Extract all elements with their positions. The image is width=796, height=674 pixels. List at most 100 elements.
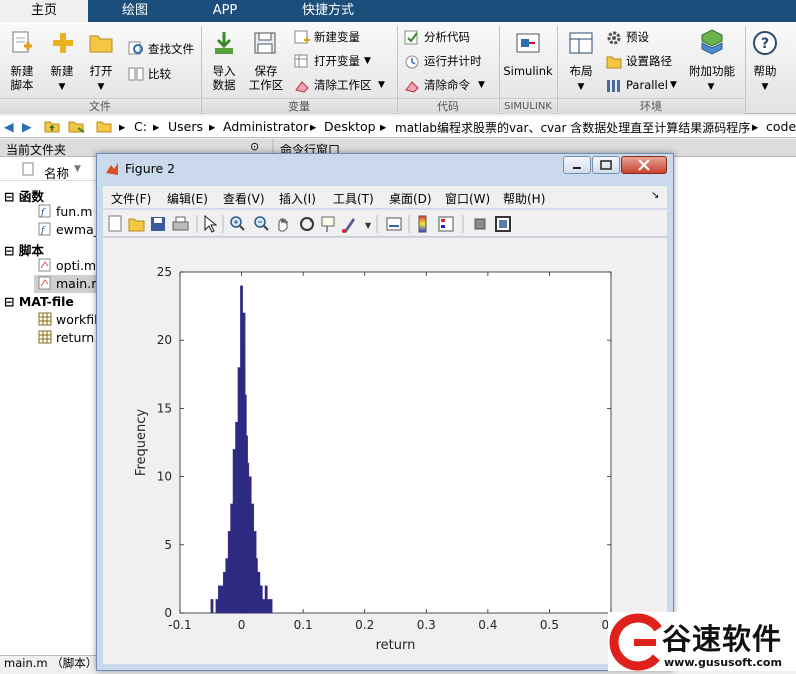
open-variable-button[interactable]: 打开变量 (314, 54, 360, 68)
breadcrumb-item[interactable]: Desktop (324, 119, 376, 134)
layout-chevron-icon[interactable]: ▼ (573, 80, 589, 94)
breadcrumb-item[interactable]: Users (168, 119, 203, 134)
open-dropdown-chevron-icon[interactable]: ▼ (93, 80, 109, 94)
menu-window[interactable]: 窗口(W) (445, 190, 490, 207)
data-cursor-icon[interactable] (321, 216, 335, 232)
tree-group-scripts[interactable]: ⊟ 脚本 (4, 240, 44, 259)
link-plot-icon[interactable] (386, 217, 402, 231)
histogram-bar (267, 599, 271, 614)
list-item[interactable]: return (38, 330, 94, 345)
list-item[interactable]: f fun.m (38, 204, 92, 219)
address-bar: ◀ ▶ ▸ C: ▸ Users ▸ Administrator ▸ Deskt… (0, 116, 796, 138)
layout-button[interactable]: 布局 (564, 64, 598, 78)
back-arrow-icon[interactable]: ◀ (4, 119, 14, 134)
toolstrip-tabbar: 主页 绘图 APP 快捷方式 (0, 0, 796, 22)
new-figure-icon[interactable] (108, 215, 122, 232)
open-variable-icon (294, 54, 310, 73)
matlab-logo-icon (105, 162, 119, 179)
new-dropdown-chevron-icon[interactable]: ▼ (54, 80, 70, 94)
run-and-time-button[interactable]: 运行并计时 (424, 54, 482, 68)
import-data-button[interactable]: 导入 数据 (206, 64, 242, 92)
clear-workspace-chevron-icon[interactable]: ▼ (378, 78, 385, 92)
show-plot-tools-icon[interactable] (495, 216, 511, 232)
menu-desktop[interactable]: 桌面(D) (389, 190, 432, 207)
new-button[interactable]: 新建 (46, 64, 78, 78)
hide-plot-tools-icon[interactable] (474, 218, 486, 230)
add-ons-icon (698, 28, 726, 59)
folder-icon (96, 118, 112, 137)
analyze-code-button[interactable]: 分析代码 (424, 30, 470, 44)
close-button[interactable] (621, 156, 667, 174)
menu-edit[interactable]: 编辑(E) (167, 190, 208, 207)
parallel-chevron-icon[interactable]: ▼ (670, 78, 677, 92)
zoom-in-icon[interactable] (230, 216, 245, 231)
figure-titlebar[interactable]: Figure 2 (97, 154, 673, 184)
maximize-button[interactable] (592, 156, 620, 174)
pan-hand-icon[interactable] (278, 217, 288, 232)
zoom-out-icon[interactable] (254, 216, 269, 231)
save-icon[interactable] (151, 217, 165, 231)
brush-icon[interactable] (342, 218, 355, 233)
rotate-icon[interactable] (300, 217, 314, 231)
breadcrumb-item[interactable]: matlab编程求股票的var、cvar 含数据处理直至计算结果源码程序 (395, 119, 750, 136)
print-icon[interactable] (172, 216, 189, 231)
breadcrumb-item[interactable]: code (766, 119, 796, 134)
brush-dropdown-chevron-icon[interactable]: ▼ (365, 221, 372, 230)
sort-chevron-icon[interactable]: ▼ (74, 164, 81, 174)
list-item[interactable]: f ewma_ (38, 222, 100, 237)
save-workspace-button[interactable]: 保存 工作区 (244, 64, 288, 92)
menu-tools[interactable]: 工具(T) (333, 190, 374, 207)
parallel-button[interactable]: Parallel (626, 78, 668, 92)
y-tick-label: 5 (164, 538, 172, 552)
find-files-button[interactable]: 查找文件 (148, 42, 194, 56)
compare-button[interactable]: 比较 (148, 67, 171, 81)
browse-folder-icon[interactable] (68, 118, 86, 137)
menu-help[interactable]: 帮助(H) (503, 190, 545, 207)
forward-arrow-icon[interactable]: ▶ (22, 119, 32, 134)
open-file-icon[interactable] (128, 218, 145, 232)
menu-file[interactable]: 文件(F) (111, 190, 151, 207)
tab-apps[interactable]: APP (182, 0, 268, 22)
up-folder-icon[interactable] (44, 118, 60, 137)
simulink-icon (515, 30, 541, 59)
clear-workspace-button[interactable]: 清除工作区 (314, 78, 372, 92)
menu-view[interactable]: 查看(V) (223, 190, 265, 207)
tree-group-functions[interactable]: ⊟ 函数 (4, 186, 44, 205)
function-file-icon: f (38, 204, 51, 218)
pointer-icon[interactable] (204, 214, 218, 233)
tree-group-mat-files[interactable]: ⊟ MAT-file (4, 294, 74, 309)
tab-home[interactable]: 主页 (0, 0, 88, 22)
add-ons-chevron-icon[interactable]: ▼ (703, 80, 719, 94)
dock-arrow-icon[interactable]: ↘ (651, 190, 659, 201)
clear-commands-button[interactable]: 清除命令 (424, 78, 470, 92)
new-script-button[interactable]: 新建 脚本 (4, 64, 40, 92)
breadcrumb-separator: ▸ (209, 119, 216, 134)
menu-insert[interactable]: 插入(I) (279, 190, 316, 207)
minimize-button[interactable] (563, 156, 591, 174)
open-button[interactable]: 打开 (84, 64, 118, 78)
gear-icon (606, 30, 622, 49)
tab-shortcuts[interactable]: 快捷方式 (272, 0, 384, 22)
help-chevron-icon[interactable]: ▼ (757, 80, 773, 94)
legend-icon[interactable] (438, 216, 454, 232)
list-item[interactable]: main.m (38, 276, 103, 291)
help-button[interactable]: 帮助 (748, 64, 782, 78)
new-variable-button[interactable]: 新建变量 (314, 30, 360, 44)
figure-canvas[interactable]: -0.100.10.20.30.40.50.60510152025returnF… (103, 238, 667, 664)
panel-menu-icon[interactable]: ⊙ (250, 140, 259, 153)
list-item[interactable]: workfil (38, 312, 98, 327)
simulink-button[interactable]: Simulink (502, 64, 554, 78)
breadcrumb-item[interactable]: C: (134, 119, 147, 134)
list-item[interactable]: opti.m (38, 258, 96, 273)
set-path-button[interactable]: 设置路径 (626, 54, 672, 68)
breadcrumb-item[interactable]: Administrator (223, 119, 308, 134)
colorbar-icon[interactable] (418, 215, 427, 233)
open-variable-chevron-icon[interactable]: ▼ (364, 54, 371, 68)
clear-commands-chevron-icon[interactable]: ▼ (478, 78, 485, 92)
column-name-header[interactable]: 名称 (44, 163, 69, 182)
add-ons-button[interactable]: 附加功能 (686, 64, 738, 78)
y-tick-label: 0 (164, 606, 172, 620)
preferences-button[interactable]: 预设 (626, 30, 649, 44)
tab-plots[interactable]: 绘图 (92, 0, 178, 22)
analyze-code-icon (404, 30, 420, 49)
